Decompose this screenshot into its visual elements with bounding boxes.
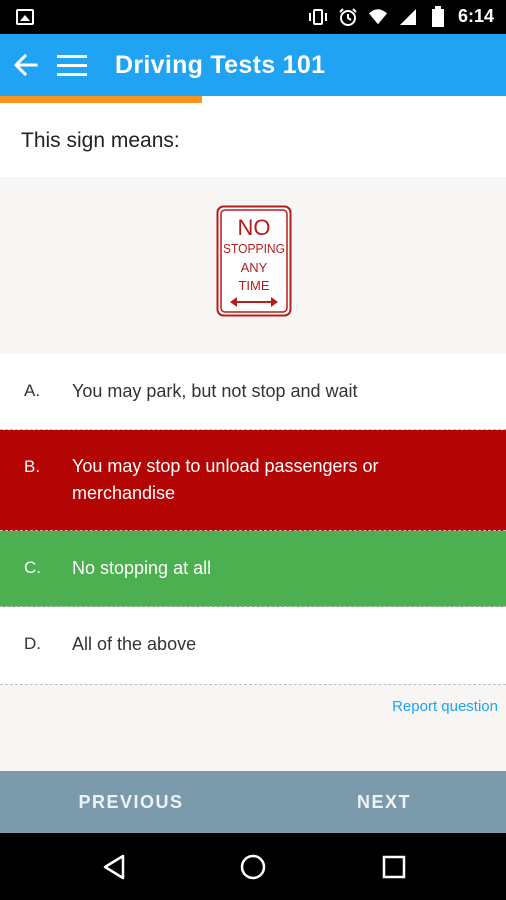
gallery-icon (16, 9, 34, 25)
sign-area: NO STOPPING ANY TIME (0, 177, 506, 354)
system-back-button[interactable] (96, 849, 132, 885)
signal-icon (398, 7, 418, 27)
status-time: 6:14 (457, 6, 494, 26)
back-arrow-icon (13, 53, 38, 77)
system-nav-bar (0, 833, 506, 900)
question-prompt: This sign means: (21, 129, 180, 152)
system-home-button[interactable] (235, 849, 271, 885)
app-bar: Driving Tests 101 (0, 34, 506, 96)
vibrate-icon (308, 7, 328, 27)
bottom-nav: PREVIOUS NEXT (0, 771, 506, 833)
hamburger-menu-icon (57, 55, 87, 76)
home-circle-icon (240, 854, 266, 880)
back-button[interactable] (8, 47, 44, 83)
sign-line-2: STOPPING (223, 242, 285, 256)
answer-option-b[interactable]: B. You may stop to unload passengers or … (0, 430, 506, 531)
answer-letter: C. (24, 558, 41, 577)
system-recents-button[interactable] (376, 849, 412, 885)
no-stopping-sign-image: NO STOPPING ANY TIME (216, 205, 292, 317)
answer-text: You may park, but not stop and wait (72, 381, 358, 401)
sign-line-4: TIME (238, 278, 269, 293)
menu-button[interactable] (54, 47, 90, 83)
answer-text: You may stop to unload passengers or mer… (72, 456, 379, 503)
answer-option-a[interactable]: A. You may park, but not stop and wait (0, 354, 506, 430)
previous-button[interactable]: PREVIOUS (0, 771, 262, 833)
sign-line-1: NO (238, 215, 271, 240)
answer-text: All of the above (72, 634, 197, 654)
answer-letter: D. (24, 634, 41, 653)
status-icons: 6:14 (308, 5, 494, 27)
progress-fill (0, 96, 203, 103)
alarm-icon (338, 7, 358, 27)
question-box: This sign means: (0, 103, 506, 177)
next-button[interactable]: NEXT (262, 771, 506, 833)
back-triangle-icon (103, 854, 125, 880)
answer-option-d[interactable]: D. All of the above (0, 607, 506, 685)
answer-letter: B. (24, 457, 41, 476)
progress-bar (0, 96, 506, 103)
answer-text: No stopping at all (72, 558, 212, 578)
recents-square-icon (382, 855, 406, 879)
battery-icon (428, 5, 448, 27)
sign-line-3: ANY (241, 260, 268, 275)
wifi-icon (368, 7, 388, 27)
answer-letter: A. (24, 381, 41, 400)
answer-option-c[interactable]: C. No stopping at all (0, 531, 506, 607)
status-bar: 6:14 (0, 0, 506, 34)
app-title: Driving Tests 101 (115, 51, 326, 79)
report-question-link[interactable]: Report question (392, 698, 498, 715)
